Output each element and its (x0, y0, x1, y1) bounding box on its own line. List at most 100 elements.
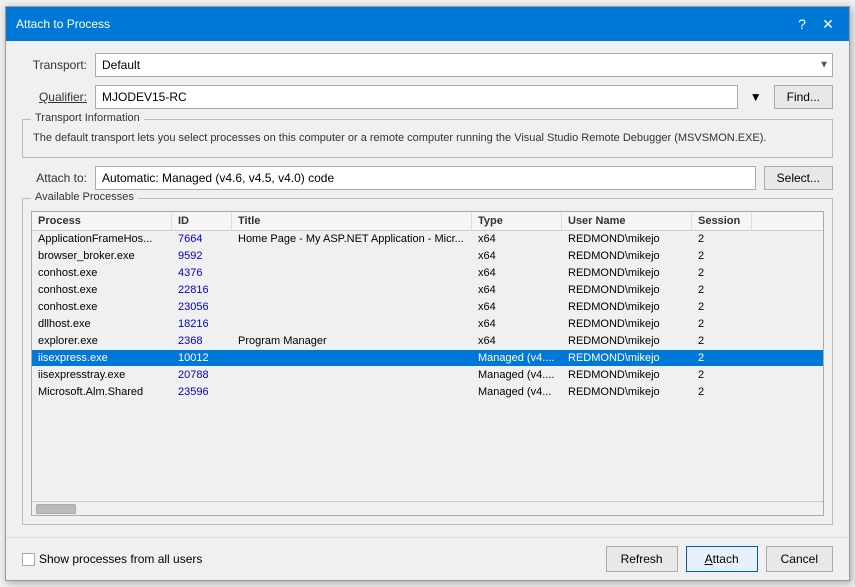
table-cell: 2 (692, 384, 752, 400)
table-cell: explorer.exe (32, 333, 172, 349)
col-header-username: User Name (562, 212, 692, 230)
attach-button[interactable]: Attach (686, 546, 758, 572)
find-button[interactable]: Find... (774, 85, 833, 109)
header-scrollbar-spacer (752, 212, 768, 230)
transport-label: Transport: (22, 58, 87, 72)
table-cell: 2368 (172, 333, 232, 349)
table-row[interactable]: conhost.exe22816x64REDMOND\mikejo2 (32, 282, 823, 299)
help-button[interactable]: ? (791, 13, 813, 35)
table-cell (232, 356, 472, 360)
transport-info-content: The default transport lets you select pr… (33, 126, 822, 147)
table-cell: Managed (v4.... (472, 367, 562, 383)
table-cell: REDMOND\mikejo (562, 384, 692, 400)
process-table: Process ID Title Type User Name Session … (31, 211, 824, 517)
process-table-header: Process ID Title Type User Name Session (32, 212, 823, 231)
table-cell: 23596 (172, 384, 232, 400)
available-processes-group: Available Processes Process ID Title Typ… (22, 198, 833, 526)
table-row[interactable]: dllhost.exe18216 x64REDMOND\mikejo2 (32, 316, 823, 333)
table-cell: REDMOND\mikejo (562, 350, 692, 366)
table-cell: dllhost.exe (32, 316, 172, 332)
col-header-process: Process (32, 212, 172, 230)
table-cell: 18216 (172, 316, 232, 332)
table-row[interactable]: Microsoft.Alm.Shared23596Managed (v4...R… (32, 384, 823, 401)
footer-right: Refresh Attach Cancel (606, 546, 833, 572)
table-row[interactable]: browser_broker.exe9592 x64REDMOND\mikejo2 (32, 248, 823, 265)
table-cell: 22816 (172, 282, 232, 298)
qualifier-label: Qualifier: (22, 90, 87, 104)
transport-dropdown-wrapper: Default ▼ (95, 53, 833, 77)
table-cell: REDMOND\mikejo (562, 231, 692, 247)
table-cell: Managed (v4... (472, 384, 562, 400)
table-cell: x64 (472, 265, 562, 281)
table-cell: REDMOND\mikejo (562, 333, 692, 349)
table-cell: 20788 (172, 367, 232, 383)
attach-to-process-dialog: Attach to Process ? ✕ Transport: Default… (5, 6, 850, 581)
select-button[interactable]: Select... (764, 166, 833, 190)
attach-to-label: Attach to: (22, 171, 87, 185)
table-cell: REDMOND\mikejo (562, 316, 692, 332)
table-cell: x64 (472, 282, 562, 298)
show-all-users-checkbox-wrapper[interactable]: Show processes from all users (22, 552, 202, 566)
table-cell: REDMOND\mikejo (562, 248, 692, 264)
table-cell (232, 373, 472, 377)
table-cell: Home Page - My ASP.NET Application - Mic… (232, 231, 472, 247)
qualifier-dropdown-icon[interactable]: ▼ (746, 90, 766, 104)
table-cell (232, 322, 472, 326)
table-cell: 23056 (172, 299, 232, 315)
table-cell: 7664 (172, 231, 232, 247)
col-header-session: Session (692, 212, 752, 230)
attach-to-row: Attach to: Automatic: Managed (v4.6, v4.… (22, 166, 833, 190)
table-cell: Managed (v4.... (472, 350, 562, 366)
cancel-button[interactable]: Cancel (766, 546, 833, 572)
table-cell: iisexpress.exe (32, 350, 172, 366)
title-bar: Attach to Process ? ✕ (6, 7, 849, 41)
refresh-button[interactable]: Refresh (606, 546, 678, 572)
table-cell: x64 (472, 316, 562, 332)
qualifier-wrapper (95, 85, 738, 109)
horizontal-scrollbar[interactable] (32, 501, 823, 515)
table-cell: 2 (692, 316, 752, 332)
table-cell: 2 (692, 248, 752, 264)
table-cell: browser_broker.exe (32, 248, 172, 264)
qualifier-row: Qualifier: ▼ Find... (22, 85, 833, 109)
table-cell: 2 (692, 231, 752, 247)
transport-dropdown[interactable]: Default (95, 53, 833, 77)
table-cell: conhost.exe (32, 299, 172, 315)
table-cell: 2 (692, 265, 752, 281)
show-all-users-label: Show processes from all users (39, 552, 202, 566)
table-cell: REDMOND\mikejo (562, 299, 692, 315)
table-cell: 2 (692, 350, 752, 366)
table-row[interactable]: iisexpresstray.exe20788Managed (v4....RE… (32, 367, 823, 384)
show-all-users-checkbox[interactable] (22, 553, 35, 566)
footer-left: Show processes from all users (22, 552, 202, 566)
table-cell: 4376 (172, 265, 232, 281)
table-row[interactable]: iisexpress.exe10012 Managed (v4....REDMON… (32, 350, 823, 367)
table-cell: conhost.exe (32, 265, 172, 281)
process-table-body[interactable]: ApplicationFrameHos...7664Home Page - My… (32, 231, 823, 502)
table-row[interactable]: conhost.exe23056x64REDMOND\mikejo2 (32, 299, 823, 316)
col-header-id: ID (172, 212, 232, 230)
transport-info-group: Transport Information The default transp… (22, 119, 833, 158)
table-cell: Program Manager (232, 333, 472, 349)
table-cell: x64 (472, 333, 562, 349)
table-cell (232, 288, 472, 292)
table-cell: 2 (692, 299, 752, 315)
qualifier-input[interactable] (95, 85, 738, 109)
table-cell: 9592 (172, 248, 232, 264)
table-cell: 2 (692, 333, 752, 349)
col-header-title: Title (232, 212, 472, 230)
table-cell (232, 390, 472, 394)
table-cell: REDMOND\mikejo (562, 282, 692, 298)
table-row[interactable]: ApplicationFrameHos...7664Home Page - My… (32, 231, 823, 248)
table-row[interactable]: explorer.exe2368Program Managerx64REDMON… (32, 333, 823, 350)
table-cell: 10012 (172, 350, 232, 366)
table-cell (232, 305, 472, 309)
table-cell: 2 (692, 367, 752, 383)
table-cell: x64 (472, 248, 562, 264)
table-row[interactable]: conhost.exe4376x64REDMOND\mikejo2 (32, 265, 823, 282)
h-scroll-thumb[interactable] (36, 504, 76, 514)
dialog-footer: Show processes from all users Refresh At… (6, 537, 849, 580)
table-cell (232, 271, 472, 275)
title-bar-left: Attach to Process (16, 17, 110, 31)
close-button[interactable]: ✕ (817, 13, 839, 35)
